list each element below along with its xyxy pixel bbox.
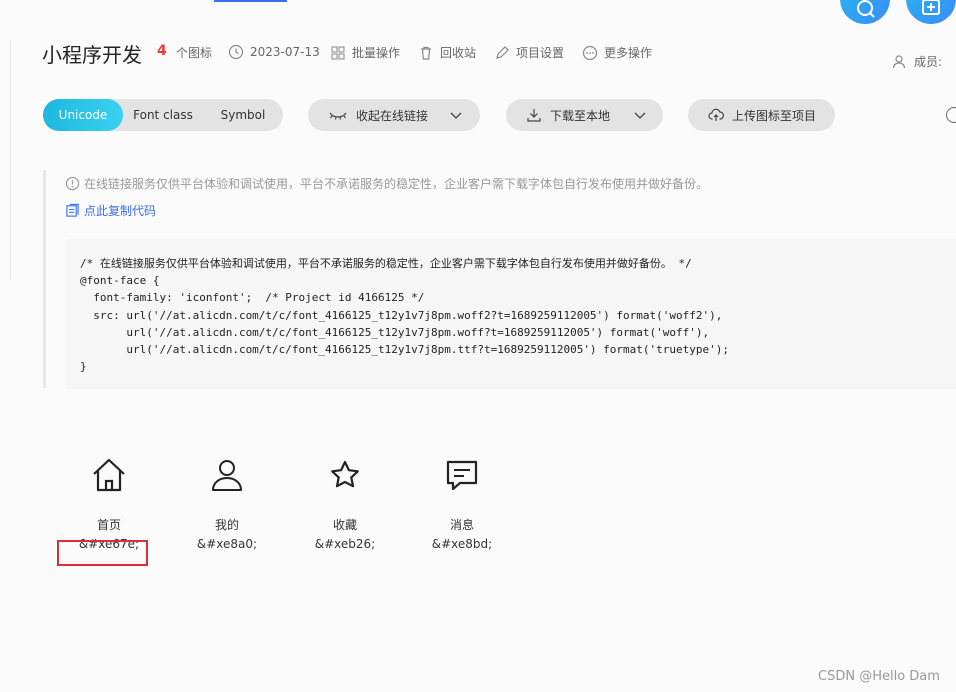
code-line: url('//at.alicdn.com/t/c/font_4166125_t1… xyxy=(80,343,730,357)
members[interactable]: 成员: xyxy=(892,53,942,70)
icon-unicode: &#xe8a0; xyxy=(196,537,258,551)
download-button[interactable]: 下载至本地 xyxy=(506,99,663,131)
collapse-link-button[interactable]: 收起在线链接 xyxy=(308,99,480,131)
clock-icon xyxy=(228,44,244,60)
code-line: font-family: 'iconfont'; /* Project id 4… xyxy=(80,291,425,305)
tab-font-class[interactable]: Font class xyxy=(123,99,203,131)
more-icon xyxy=(582,45,598,60)
cloud-upload-icon xyxy=(708,108,724,121)
icon-card-user[interactable]: 我的 &#xe8a0; xyxy=(177,455,277,551)
add-fab-button[interactable] xyxy=(906,0,956,24)
project-settings-button[interactable]: 项目设置 xyxy=(494,44,564,61)
star-icon xyxy=(331,460,359,488)
eye-closed-icon xyxy=(329,112,347,120)
format-tabs: Unicode Font class Symbol xyxy=(43,99,283,131)
icon-name: 收藏 xyxy=(332,518,357,532)
icon-count-label: 个图标 xyxy=(176,46,213,60)
highlight-box xyxy=(57,540,148,566)
user-icon xyxy=(212,460,242,491)
code-line: /* 在线链接服务仅供平台体验和调试使用，平台不承诺服务的稳定性，企业客户需下载… xyxy=(80,257,692,270)
chevron-down-icon xyxy=(634,112,646,119)
watermark: CSDN @Hello Dam xyxy=(818,669,940,684)
copy-icon xyxy=(66,203,79,217)
trash-icon xyxy=(421,46,431,60)
icon-name: 我的 xyxy=(214,518,239,532)
code-block: /* 在线链接服务仅供平台体验和调试使用，平台不承诺服务的稳定性，企业客户需下载… xyxy=(66,239,956,389)
search-icon xyxy=(857,0,875,18)
copy-code-link[interactable]: 点此复制代码 xyxy=(65,202,156,219)
project-title: 小程序开发 xyxy=(42,43,142,67)
left-divider xyxy=(10,40,11,280)
more-actions-button[interactable]: 更多操作 xyxy=(582,44,652,61)
info-icon xyxy=(65,176,80,191)
batch-action-button[interactable]: 批量操作 xyxy=(330,44,400,61)
icon-count: 4 xyxy=(157,43,167,59)
notice-accent-bar xyxy=(43,170,46,388)
edit-icon xyxy=(496,45,509,59)
icon-card-message[interactable]: 消息 &#xe8bd; xyxy=(412,455,512,551)
notice-text: 在线链接服务仅供平台体验和调试使用，平台不承诺服务的稳定性，企业客户需下载字体包… xyxy=(65,175,708,192)
upload-to-project-button[interactable]: 上传图标至项目 xyxy=(688,99,835,131)
tab-unicode[interactable]: Unicode xyxy=(43,99,123,131)
chevron-down-icon xyxy=(450,112,462,119)
code-line: } xyxy=(80,360,87,374)
message-icon xyxy=(446,460,478,491)
icon-name: 消息 xyxy=(449,518,474,532)
home-icon xyxy=(93,458,125,492)
icon-unicode: &#xeb26; xyxy=(314,537,376,551)
top-nav-underline xyxy=(214,0,287,2)
recycle-bin-button[interactable]: 回收站 xyxy=(418,44,476,61)
icon-card-star[interactable]: 收藏 &#xeb26; xyxy=(295,455,395,551)
download-icon xyxy=(527,109,541,122)
icon-name: 首页 xyxy=(96,518,121,532)
help-icon[interactable] xyxy=(946,107,956,123)
add-icon xyxy=(922,0,940,15)
search-fab-button[interactable] xyxy=(840,0,890,24)
icon-unicode: &#xe8bd; xyxy=(431,537,493,551)
project-date: 2023-07-13 xyxy=(228,44,320,60)
code-line: @font-face { xyxy=(80,274,160,288)
member-icon xyxy=(892,54,906,68)
code-line: src: url('//at.alicdn.com/t/c/font_41661… xyxy=(80,308,723,322)
code-line: url('//at.alicdn.com/t/c/font_4166125_t1… xyxy=(80,325,710,339)
icon-card-home[interactable]: 首页 &#xe67e; xyxy=(59,455,159,551)
tab-symbol[interactable]: Symbol xyxy=(203,99,283,131)
batch-icon xyxy=(331,46,345,59)
